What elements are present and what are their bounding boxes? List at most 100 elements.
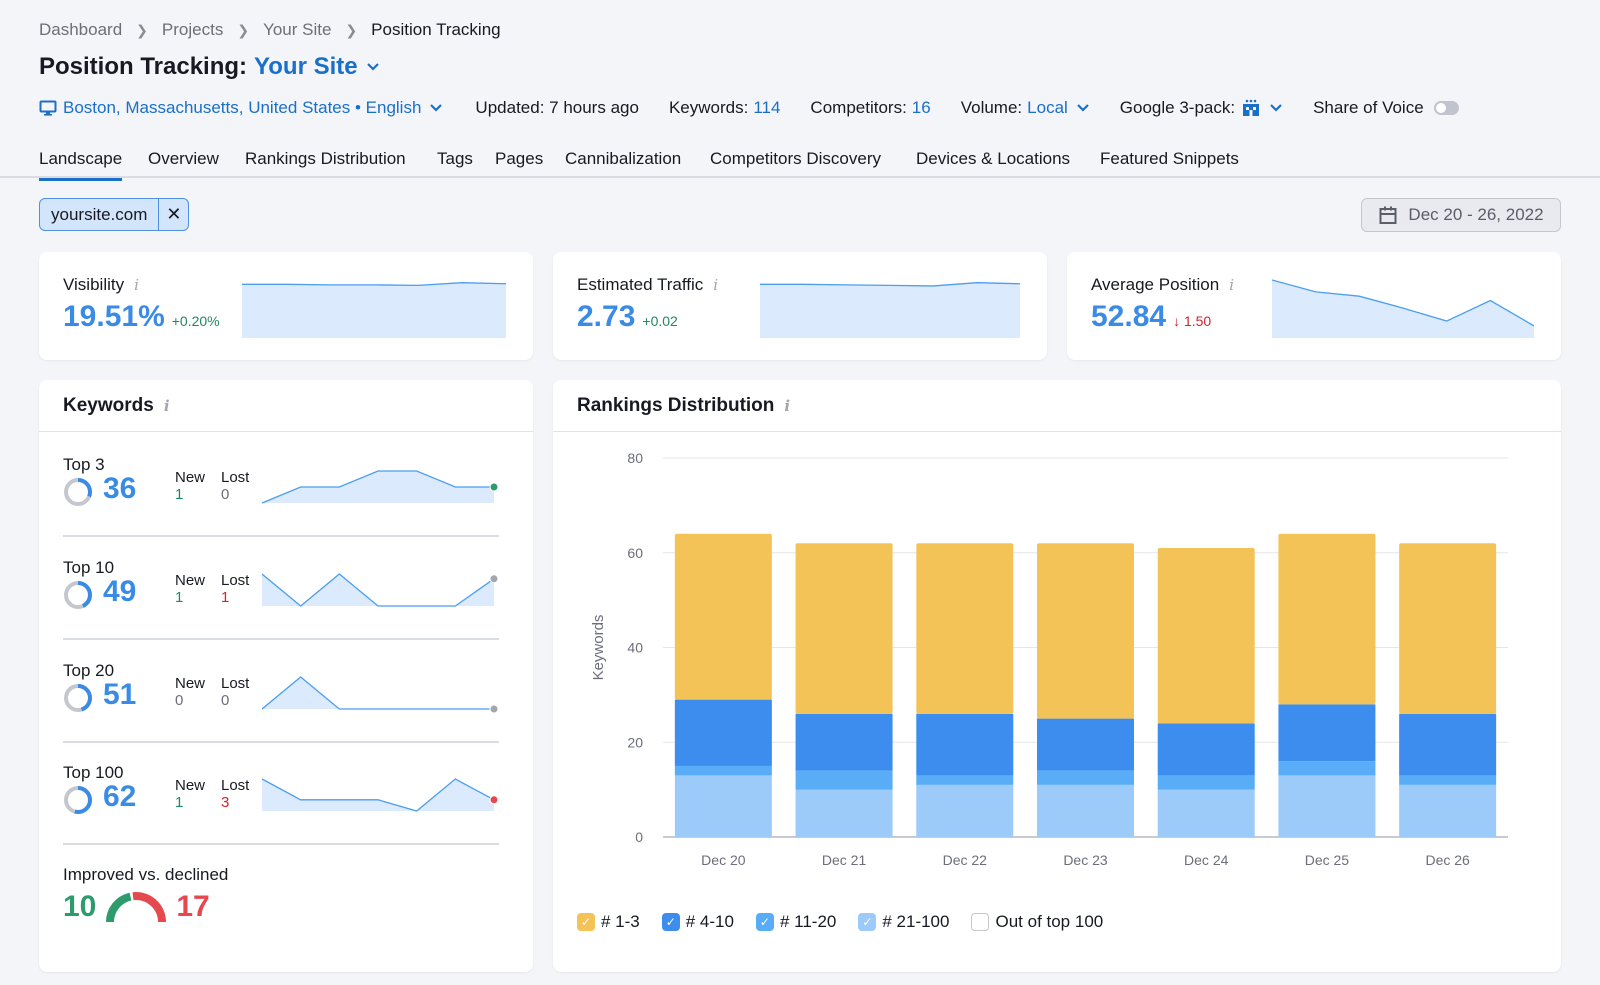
keyword-bucket-row[interactable]: Top 100 62 New 1 Lost 3 <box>63 763 499 866</box>
traffic-sparkline <box>760 282 1020 338</box>
improved-count: 10 <box>63 890 97 923</box>
volume-selector[interactable]: Volume: Local <box>961 98 1090 118</box>
legend-item[interactable]: ✓ # 21-100 <box>858 912 949 932</box>
info-icon[interactable]: i <box>134 276 139 294</box>
x-tick-label: Dec 21 <box>822 852 867 868</box>
tab-competitors-discovery[interactable]: Competitors Discovery <box>710 149 881 178</box>
bar-segment-4-10 <box>795 713 893 771</box>
lost-label: Lost <box>221 777 250 794</box>
rankings-distribution-chart: 0 20 40 60 80 Keywords Dec 20 Dec 21 Dec 22 Dec 2… <box>590 450 1508 868</box>
bar-segment-21-100 <box>916 784 1014 837</box>
tab-landscape[interactable]: Landscape <box>39 149 123 181</box>
keyword-bucket-row[interactable]: Top 10 49 New 1 Lost 1 <box>63 558 499 661</box>
bar-segment-21-100 <box>1278 775 1376 837</box>
x-tick-label: Dec 23 <box>1063 852 1108 868</box>
lost-count: 1 <box>221 589 230 606</box>
bar-segment-1-3 <box>1037 543 1134 719</box>
checkbox-checked-icon[interactable]: ✓ <box>577 913 595 931</box>
updated-status: Updated: 7 hours ago <box>475 98 639 117</box>
lost-count: 0 <box>221 486 230 503</box>
location-selector[interactable]: Boston, Massachusetts, United States • E… <box>39 98 443 118</box>
info-icon[interactable]: i <box>1229 276 1234 294</box>
bucket-sparkline <box>262 470 499 504</box>
lost-label: Lost <box>221 469 250 486</box>
share-of-voice-toggle[interactable] <box>1433 101 1459 115</box>
lost-count: 0 <box>221 692 230 709</box>
tab-cannibalization[interactable]: Cannibalization <box>565 149 681 178</box>
sparkline-end-dot <box>489 795 499 805</box>
chevron-down-icon[interactable] <box>366 62 380 72</box>
bar-segment-11-20 <box>1278 761 1376 776</box>
checkbox-unchecked-icon[interactable] <box>971 913 990 931</box>
legend-item[interactable]: ✓ # 4-10 <box>661 912 734 932</box>
google-3pack-selector[interactable]: Google 3-pack: <box>1120 98 1283 118</box>
bucket-donut <box>64 786 92 814</box>
info-icon[interactable]: i <box>713 276 718 294</box>
close-icon[interactable]: ✕ <box>158 199 188 230</box>
row-divider <box>63 843 499 845</box>
bucket-label: Top 3 <box>63 455 105 474</box>
tab-featured-snippets[interactable]: Featured Snippets <box>1100 149 1239 178</box>
legend-item[interactable]: ✓ # 11-20 <box>755 912 837 932</box>
bar-segment-21-100 <box>1157 789 1255 837</box>
bar-segment-11-20 <box>916 775 1014 785</box>
domain-filter-chip: yoursite.com ✕ <box>39 198 190 231</box>
info-icon[interactable]: i <box>164 397 170 415</box>
bucket-donut <box>64 478 92 506</box>
keywords-value[interactable]: 114 <box>753 98 780 118</box>
chart-legend: ✓ # 1-3 ✓ # 4-10 ✓ # 11-20 ✓ # 21-100 Out of top… <box>577 912 1125 932</box>
kpi-delta: +0.02 <box>642 313 678 329</box>
rankings-distribution-panel: Rankings Distribution i 0 20 40 60 80 Keywords… <box>553 380 1561 972</box>
legend-label: # 11-20 <box>779 912 837 931</box>
new-label: New <box>175 572 206 589</box>
bar-segment-21-100 <box>1399 784 1497 837</box>
chevron-right-icon: ❯ <box>345 21 358 38</box>
tab-overview[interactable]: Overview <box>148 149 219 178</box>
row-divider <box>63 741 499 743</box>
bar-segment-11-20 <box>795 770 893 790</box>
new-count: 0 <box>175 692 184 709</box>
bar-segment-11-20 <box>1399 775 1497 785</box>
project-selector[interactable]: Your Site <box>254 53 358 81</box>
y-tick-label: 40 <box>627 640 643 656</box>
checkbox-checked-icon[interactable]: ✓ <box>858 913 877 931</box>
tab-tags[interactable]: Tags <box>437 149 473 178</box>
rankings-panel-title: Rankings Distribution <box>577 394 775 416</box>
y-tick-label: 80 <box>627 450 643 466</box>
improved-declined-label: Improved vs. declined <box>63 865 229 884</box>
breadcrumb-dashboard[interactable]: Dashboard <box>39 20 122 40</box>
new-count: 1 <box>175 794 184 811</box>
breadcrumb-your-site[interactable]: Your Site <box>263 20 331 40</box>
checkbox-checked-icon[interactable]: ✓ <box>661 913 680 931</box>
bar-segment-21-100 <box>1037 784 1134 837</box>
lost-label: Lost <box>221 675 250 692</box>
keyword-bucket-row[interactable]: Top 3 36 New 1 Lost 0 <box>63 455 499 558</box>
improved-declined: 10 17 <box>63 890 210 924</box>
info-icon[interactable]: i <box>784 397 790 415</box>
domain-filter-label[interactable]: yoursite.com <box>40 199 158 230</box>
lost-label: Lost <box>221 572 250 589</box>
competitors-value[interactable]: 16 <box>912 98 931 118</box>
sparkline-line <box>262 573 495 607</box>
keyword-bucket-row[interactable]: Top 20 51 New 0 Lost 0 <box>63 661 499 764</box>
kpi-value: 52.84 <box>1091 300 1167 333</box>
project-meta: Boston, Massachusetts, United States • E… <box>39 96 1459 120</box>
legend-item[interactable]: Out of top 100 <box>971 912 1103 932</box>
legend-item[interactable]: ✓ # 1-3 <box>577 912 640 932</box>
tab-pages[interactable]: Pages <box>495 149 543 178</box>
tab-rankings-distribution[interactable]: Rankings Distribution <box>245 149 406 178</box>
bar-segment-1-3 <box>916 543 1014 714</box>
tab-devices-locations[interactable]: Devices & Locations <box>916 149 1070 178</box>
kpi-title: Estimated Traffic <box>577 275 704 294</box>
bar-segment-21-100 <box>674 775 772 837</box>
competitors-count: Competitors: 16 <box>810 98 930 118</box>
new-count: 1 <box>175 589 184 606</box>
breadcrumb-projects[interactable]: Projects <box>162 20 223 40</box>
y-tick-label: 0 <box>635 829 643 845</box>
volume-label: Volume: <box>960 98 1023 117</box>
bucket-donut <box>64 684 92 712</box>
bar-segment-1-3 <box>1278 533 1376 705</box>
legend-label: # 21-100 <box>882 912 950 931</box>
checkbox-checked-icon[interactable]: ✓ <box>755 913 774 931</box>
date-range-picker[interactable]: Dec 20 - 26, 2022 <box>1361 198 1561 232</box>
